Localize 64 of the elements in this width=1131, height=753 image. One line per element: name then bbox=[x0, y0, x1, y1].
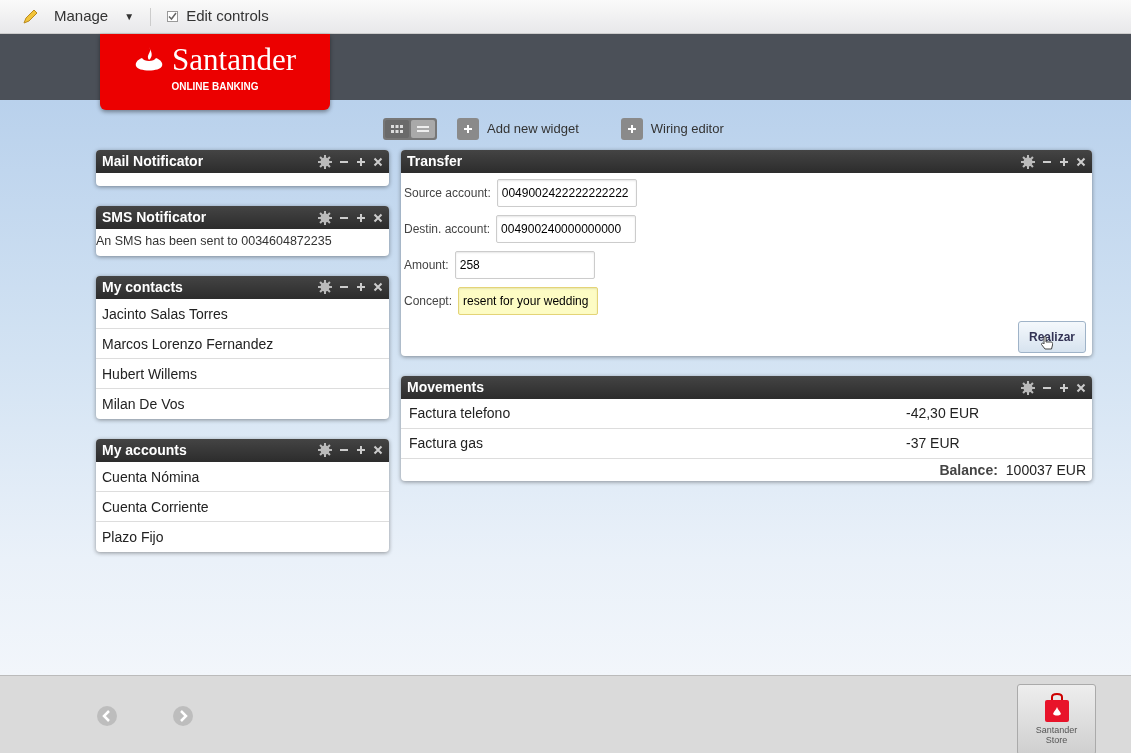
plus-icon bbox=[627, 125, 636, 133]
list-item[interactable]: Milan De Vos bbox=[96, 388, 389, 419]
close-icon[interactable] bbox=[373, 445, 383, 456]
list-icon bbox=[417, 124, 429, 134]
input-field[interactable]: 0049002422222222222 bbox=[496, 179, 637, 207]
widget-title: SMS Notificator bbox=[102, 208, 208, 227]
list-item[interactable]: Cuenta Nómina bbox=[96, 461, 389, 492]
field-label: Source account: bbox=[404, 185, 491, 202]
shopping-bag-icon bbox=[1043, 692, 1070, 722]
widget-title: Mail Notificator bbox=[102, 152, 205, 171]
gear-icon[interactable] bbox=[318, 280, 332, 295]
table-cell-text: Factura telefono bbox=[409, 404, 512, 423]
table-cell-text: Factura gas bbox=[409, 434, 484, 453]
action-button[interactable]: Wiring editor bbox=[620, 118, 724, 140]
input-field[interactable]: 004900240000000000 bbox=[496, 215, 637, 243]
input-field[interactable]: 258 bbox=[454, 251, 595, 279]
widget-title: My accounts bbox=[102, 440, 188, 460]
plus-icon[interactable] bbox=[1059, 382, 1069, 393]
close-icon[interactable] bbox=[373, 212, 383, 223]
gear-icon[interactable] bbox=[1021, 154, 1035, 169]
plus-icon[interactable] bbox=[356, 445, 366, 456]
checkbox[interactable] bbox=[167, 11, 179, 22]
field-label: Destin. account: bbox=[404, 221, 491, 238]
table-cell-text: -42,30 EUR bbox=[906, 404, 980, 423]
gear-icon[interactable] bbox=[1021, 380, 1035, 395]
list-item[interactable]: Marcos Lorenzo Fernandez bbox=[96, 328, 389, 359]
plus-icon[interactable] bbox=[356, 156, 366, 167]
widget-title: Movements bbox=[407, 378, 486, 397]
gear-icon[interactable] bbox=[318, 443, 332, 458]
grid-icon bbox=[391, 124, 403, 134]
message-text: An SMS has been sent to 0034604872235 bbox=[96, 233, 333, 250]
action-button[interactable]: Add new widget bbox=[457, 118, 579, 140]
view-toggle-button[interactable] bbox=[411, 120, 435, 138]
gear-icon[interactable] bbox=[318, 210, 332, 225]
input-field[interactable]: resent for your wedding bbox=[458, 287, 599, 315]
submit-button[interactable]: Realizar bbox=[1017, 321, 1086, 353]
plus-icon bbox=[464, 125, 472, 133]
close-icon[interactable] bbox=[1076, 156, 1086, 167]
logo-subtitle: ONLINE BANKING bbox=[171, 80, 259, 94]
widget-title: Transfer bbox=[407, 152, 464, 171]
table-cell-text: -37 EUR bbox=[906, 434, 960, 453]
gear-icon[interactable] bbox=[318, 154, 332, 169]
manage-menu[interactable]: Manage bbox=[54, 5, 109, 28]
pencil-icon bbox=[22, 8, 38, 25]
plus-icon[interactable] bbox=[356, 282, 366, 293]
caret-icon[interactable]: ▼ bbox=[124, 9, 135, 24]
store-button[interactable]: Santander Store bbox=[1017, 684, 1096, 753]
balance-label: Balance: bbox=[939, 460, 998, 480]
field-label: Concept: bbox=[404, 293, 453, 310]
list-item[interactable]: Cuenta Corriente bbox=[96, 491, 389, 522]
list-item[interactable]: Jacinto Salas Torres bbox=[96, 298, 389, 329]
logo-text: Santander bbox=[172, 44, 296, 75]
close-icon[interactable] bbox=[373, 282, 383, 293]
plus-icon[interactable] bbox=[356, 212, 366, 223]
close-icon[interactable] bbox=[373, 156, 383, 167]
list-item[interactable]: Plazo Fijo bbox=[96, 521, 389, 552]
balance-value: 100037 EUR bbox=[1005, 460, 1086, 480]
checkbox-label[interactable]: Edit controls bbox=[186, 5, 269, 28]
widget-title: My contacts bbox=[102, 277, 184, 297]
field-label: Amount: bbox=[404, 257, 449, 274]
list-item[interactable]: Hubert Willems bbox=[96, 358, 389, 389]
view-toggle-button[interactable] bbox=[385, 120, 409, 138]
plus-icon[interactable] bbox=[1059, 156, 1069, 167]
close-icon[interactable] bbox=[1076, 382, 1086, 393]
